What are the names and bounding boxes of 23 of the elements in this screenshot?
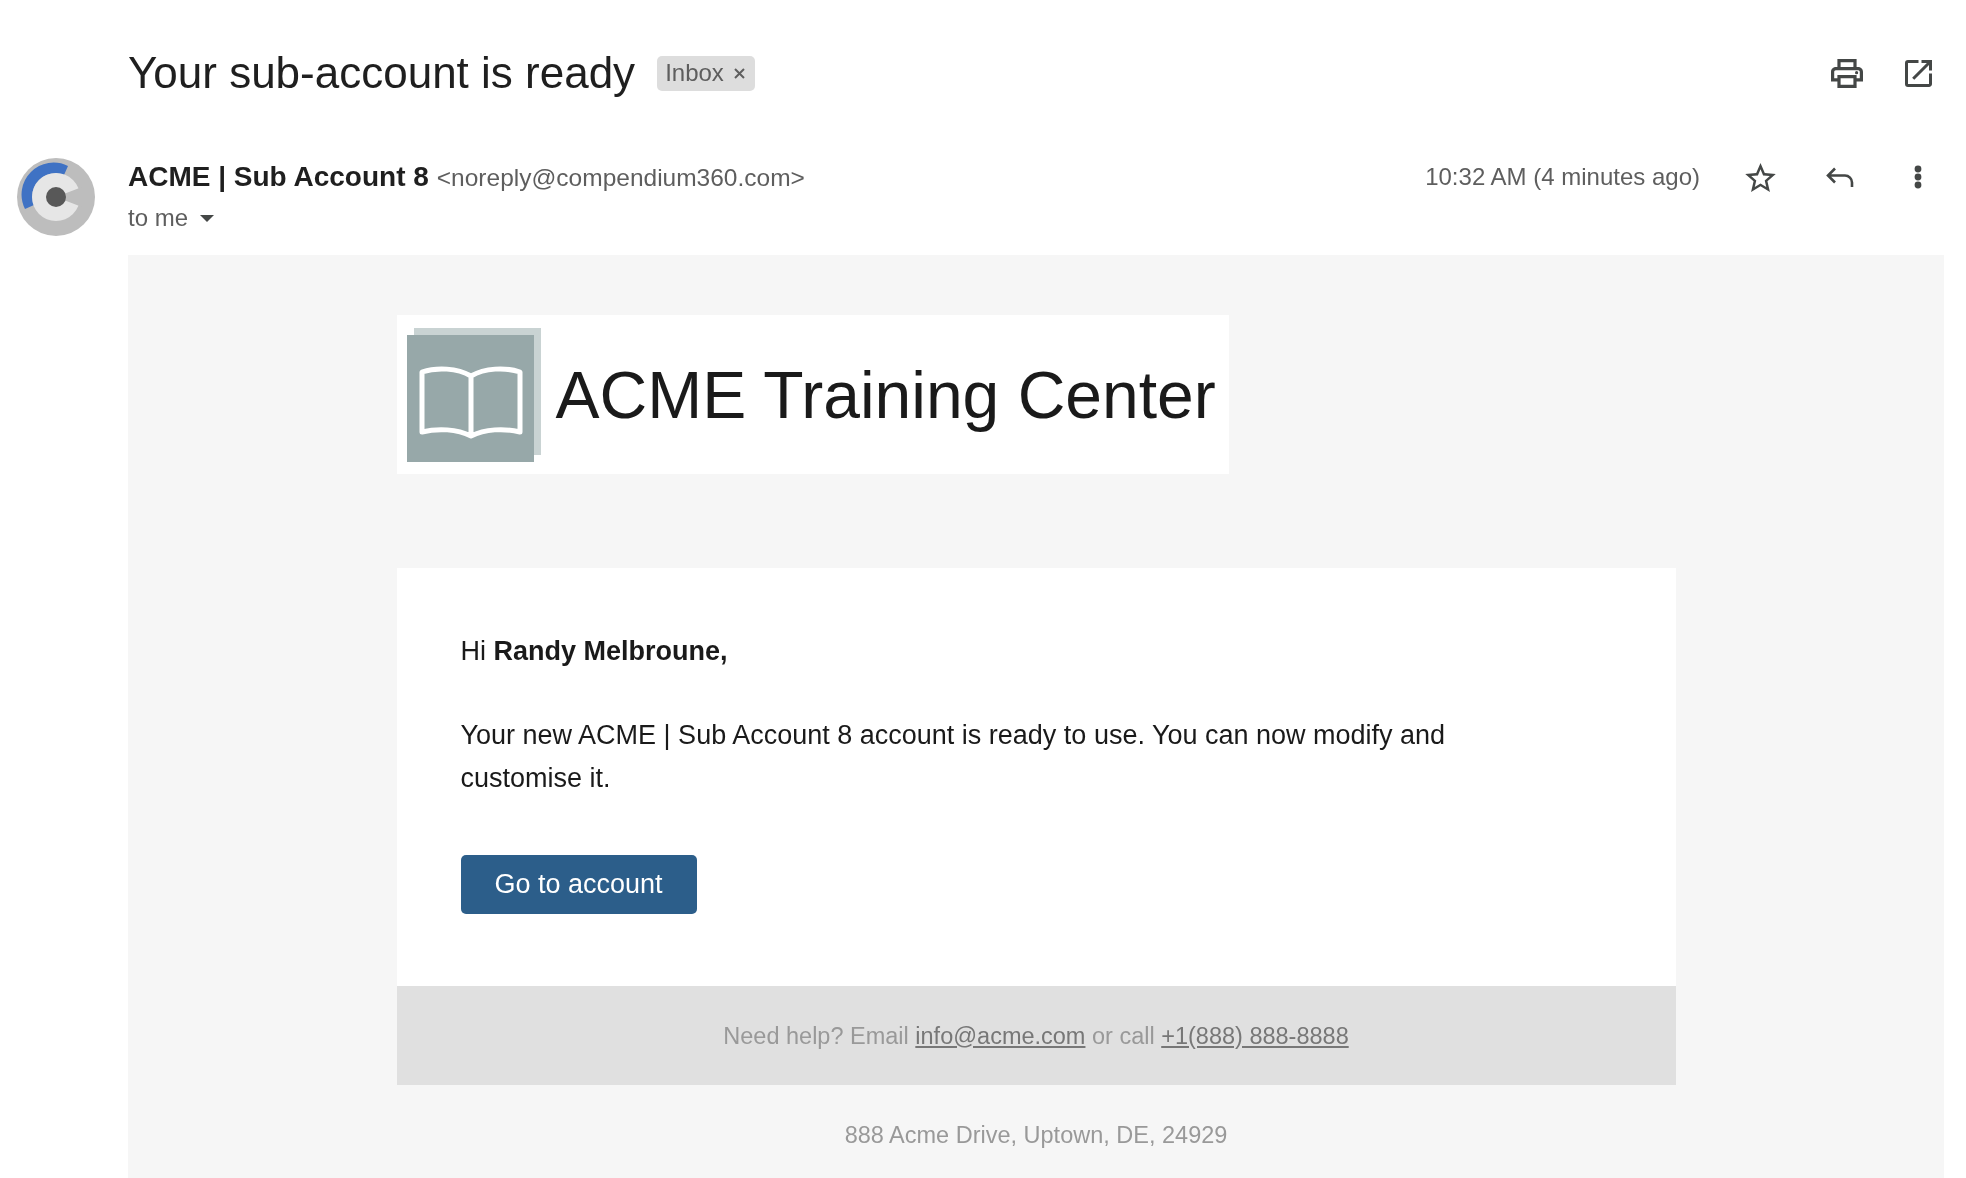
print-icon[interactable] xyxy=(1831,58,1863,88)
logo-text: ACME Training Center xyxy=(555,356,1216,433)
address-text: 888 Acme Drive, Uptown, DE, 24929 xyxy=(844,1121,1228,1149)
logo-avatar-icon xyxy=(16,157,96,237)
caret-icon xyxy=(200,214,215,222)
go-to-account-button[interactable]: Go to account xyxy=(460,855,697,914)
message-time: 10:32 AM (4 minutes ago) xyxy=(1425,163,1700,191)
email-subject: Your sub-account is ready xyxy=(128,47,636,99)
phone-link[interactable]: +1(888) 888-8888 xyxy=(1161,1022,1349,1049)
label-text: Inbox xyxy=(665,58,724,88)
sender-email: <noreply@compendium360.com> xyxy=(436,163,805,193)
reply-icon[interactable] xyxy=(1826,167,1854,187)
sender-name: ACME | Sub Account 8 xyxy=(128,160,429,194)
star-icon[interactable] xyxy=(1745,162,1776,192)
close-icon[interactable] xyxy=(733,67,745,79)
greeting-text: Hi Randy Melbroune, xyxy=(460,635,728,668)
help-text: Need help? Email info@acme.com or call +1(888) 888-8888 xyxy=(723,1021,1349,1051)
message-paragraph: Your new ACME | Sub Account 8 account is ready to use. You can now modify and customise it. xyxy=(460,719,1447,795)
external-link-icon[interactable] xyxy=(1905,59,1932,87)
recipients-dropdown[interactable]: to me xyxy=(128,200,215,236)
email-link[interactable]: info@acme.com xyxy=(915,1022,1086,1049)
more-options-icon[interactable] xyxy=(1914,165,1922,189)
open-book-icon xyxy=(406,327,541,462)
